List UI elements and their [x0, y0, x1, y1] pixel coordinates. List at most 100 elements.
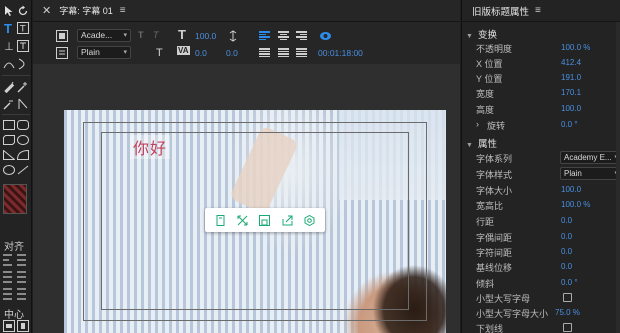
vertical-path-text-icon[interactable]: [16, 57, 30, 71]
transform-section[interactable]: ▼ 变换: [466, 27, 497, 41]
center-horizontal-icon[interactable]: [2, 319, 16, 333]
font-family-dropdown[interactable]: Acade... ▾: [77, 29, 131, 42]
aspect-value[interactable]: 100.0 %: [561, 200, 590, 209]
save-icon[interactable]: [258, 213, 272, 227]
property-label: 下划线: [476, 324, 504, 333]
font-family-value: Acade...: [81, 30, 113, 40]
round-corner-rectangle-icon[interactable]: [16, 133, 30, 147]
caption-text[interactable]: 你好: [130, 135, 171, 159]
clipped-rectangle-icon[interactable]: [2, 133, 16, 147]
vertical-text-icon[interactable]: ⊥: [2, 39, 16, 53]
wedge-icon[interactable]: [2, 148, 16, 162]
slant-row: 倾斜 0.0 °: [476, 277, 620, 290]
small-caps-checkbox[interactable]: [563, 293, 572, 302]
tab-title[interactable]: 字幕: 字幕 01: [59, 4, 113, 17]
selection-arrow-icon[interactable]: [2, 4, 16, 18]
align-left-icon[interactable]: [3, 254, 12, 266]
align-left-text-icon[interactable]: [259, 31, 270, 40]
kerning-prop-value[interactable]: 0.0: [561, 232, 572, 241]
justify-icon[interactable]: [278, 48, 289, 57]
settings-icon[interactable]: [303, 213, 317, 227]
distribute-icon[interactable]: [3, 271, 12, 283]
ellipse-icon[interactable]: [2, 163, 16, 177]
align-right-icon[interactable]: [17, 288, 26, 300]
small-caps-size-value[interactable]: 75.0 %: [555, 308, 580, 317]
templates-icon[interactable]: [55, 46, 68, 59]
attributes-section[interactable]: ▼ 属性: [466, 136, 497, 150]
copy-icon[interactable]: [213, 213, 227, 227]
align-top-icon[interactable]: [3, 288, 12, 300]
leading-value[interactable]: 0.0: [226, 48, 238, 58]
font-style-select[interactable]: Plain ▾: [560, 167, 620, 180]
font-style-dropdown[interactable]: Plain ▾: [77, 46, 131, 59]
italic-button[interactable]: T: [153, 30, 159, 40]
path-text-icon[interactable]: [2, 57, 16, 71]
underline-checkbox[interactable]: [563, 323, 572, 332]
vertical-area-text-icon[interactable]: [16, 39, 30, 53]
font-style-row: 字体样式 Plain ▾: [476, 167, 620, 181]
rounded-rectangle-icon[interactable]: [16, 118, 30, 132]
rectangle-icon[interactable]: [2, 118, 16, 132]
align-center-text-icon[interactable]: [278, 31, 289, 40]
panel-tab-bar: ✕ 字幕: 字幕 01 ≡: [33, 0, 460, 22]
properties-title[interactable]: 旧版标题属性: [472, 4, 529, 18]
justify-right-icon[interactable]: [296, 48, 307, 57]
underline-button[interactable]: T: [156, 47, 163, 59]
convert-anchor-icon[interactable]: [16, 97, 30, 111]
fill-swatch[interactable]: [3, 184, 27, 214]
roll-crawl-icon[interactable]: [55, 29, 68, 42]
panel-menu-icon[interactable]: ≡: [535, 5, 541, 16]
property-label: X 位置: [476, 59, 503, 69]
property-label: 字体系列: [476, 154, 513, 164]
title-designer-panel: ✕ 字幕: 字幕 01 ≡ Acade... ▾ Plain ▾ T T T T…: [33, 0, 460, 333]
font-family-row: 字体系列 Academy E... ▾: [476, 151, 620, 165]
baseline-shift-value[interactable]: 0.0: [561, 262, 572, 271]
tab-stops-icon[interactable]: [259, 48, 270, 57]
tool-divider: [2, 75, 30, 76]
font-family-select-value: Academy E...: [564, 153, 612, 162]
chevron-right-icon[interactable]: ›: [476, 119, 479, 129]
rotation-value[interactable]: 0.0 °: [561, 120, 578, 129]
add-anchor-icon[interactable]: [16, 80, 30, 94]
leading-prop-value[interactable]: 0.0: [561, 216, 572, 225]
bold-button[interactable]: T: [138, 30, 144, 40]
width-value[interactable]: 170.1: [561, 88, 581, 97]
opacity-value[interactable]: 100.0 %: [561, 43, 590, 52]
align-right-text-icon[interactable]: [296, 31, 307, 40]
y-position-row: Y 位置 191.0: [476, 72, 620, 85]
timecode[interactable]: 00:01:18:00: [318, 48, 363, 58]
text-tool-icon[interactable]: T: [1, 21, 15, 36]
font-size-prop-value[interactable]: 100.0: [561, 185, 581, 194]
property-label: 宽度: [476, 89, 495, 99]
center-vertical-icon[interactable]: [16, 319, 30, 333]
export-icon[interactable]: [280, 213, 294, 227]
slant-value[interactable]: 0.0 °: [561, 278, 578, 287]
leading-row: 行距 0.0: [476, 215, 620, 228]
legacy-title-properties-panel: 旧版标题属性 ≡ ▼ 变换 不透明度 100.0 % X 位置 412.4 Y 位…: [461, 0, 620, 333]
panel-menu-icon[interactable]: ≡: [120, 5, 126, 16]
pen-icon[interactable]: [2, 80, 16, 94]
kerning-value[interactable]: 0.0: [195, 48, 207, 58]
y-position-value[interactable]: 191.0: [561, 73, 581, 82]
properties-scrollbar[interactable]: [616, 22, 620, 333]
line-icon[interactable]: [16, 163, 30, 177]
font-family-select[interactable]: Academy E... ▾: [560, 151, 620, 164]
align-bottom-icon[interactable]: [17, 271, 26, 283]
area-text-icon[interactable]: T: [16, 21, 30, 35]
height-value[interactable]: 100.0: [561, 104, 581, 113]
tracking-value[interactable]: 0.0: [561, 247, 572, 256]
rotation-row: › 旋转 0.0 °: [476, 119, 620, 132]
property-label: Y 位置: [476, 74, 503, 84]
video-frame: 你好: [64, 110, 446, 333]
rotate-icon[interactable]: [16, 4, 30, 18]
delete-anchor-icon[interactable]: [2, 97, 16, 111]
chevron-down-icon: ▼: [466, 33, 473, 40]
underline-row: 下划线: [476, 322, 620, 333]
fit-icon[interactable]: [236, 213, 250, 227]
show-background-video-icon[interactable]: [319, 29, 332, 42]
close-icon[interactable]: ✕: [42, 4, 51, 17]
font-size-value[interactable]: 100.0: [195, 31, 216, 41]
x-position-value[interactable]: 412.4: [561, 58, 581, 67]
arc-icon[interactable]: [16, 148, 30, 162]
align-center-icon[interactable]: [17, 254, 26, 266]
